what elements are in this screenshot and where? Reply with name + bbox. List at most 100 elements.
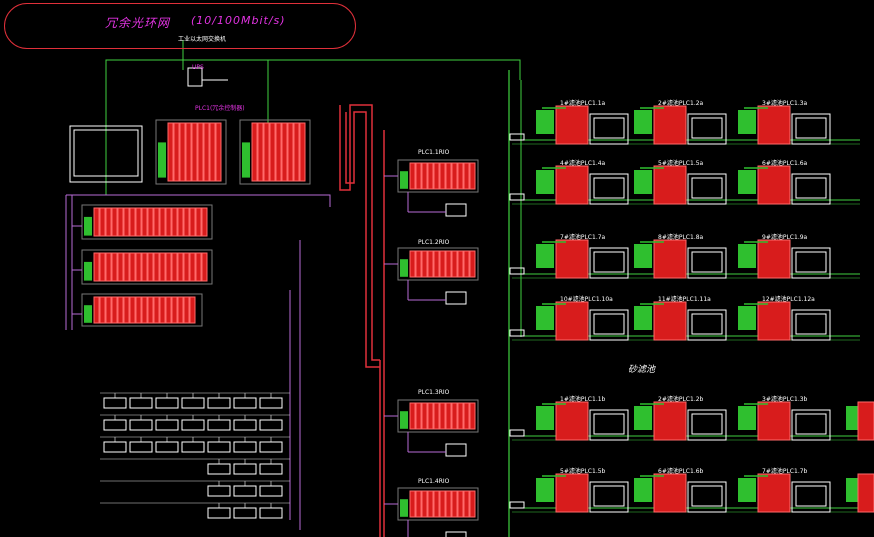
station-io bbox=[757, 105, 791, 145]
io-module bbox=[427, 162, 434, 190]
wiring-layer bbox=[65, 40, 874, 537]
rio-label-2: PLC1.2RIO bbox=[418, 239, 450, 246]
io-module bbox=[421, 250, 428, 278]
starter-box bbox=[129, 419, 153, 431]
monitor-screen bbox=[795, 251, 827, 273]
starter-box bbox=[207, 507, 231, 519]
io-module bbox=[147, 207, 154, 237]
pump-station-label: 2#滤池PLC1.2a bbox=[658, 100, 704, 107]
io-module bbox=[439, 402, 446, 430]
io-module bbox=[135, 296, 142, 324]
io-module bbox=[105, 207, 112, 237]
io-module bbox=[129, 296, 136, 324]
station-io bbox=[555, 301, 589, 341]
io-module bbox=[281, 122, 288, 182]
monitor-screen bbox=[691, 177, 723, 199]
io-module bbox=[185, 122, 192, 182]
io-module bbox=[269, 122, 276, 182]
io-module bbox=[93, 296, 100, 324]
io-module bbox=[173, 122, 180, 182]
io-module bbox=[141, 207, 148, 237]
power-module bbox=[84, 305, 92, 323]
pump-station-label: 2#滤池PLC1.2b bbox=[658, 396, 704, 403]
pump-station-label: 8#滤池PLC1.8a bbox=[658, 234, 704, 241]
station-io bbox=[757, 473, 791, 513]
io-module bbox=[469, 490, 476, 518]
io-module bbox=[463, 250, 470, 278]
io-module bbox=[171, 207, 178, 237]
monitor-screen bbox=[795, 177, 827, 199]
io-module bbox=[99, 252, 106, 282]
rio-label-3: PLC1.3RIO bbox=[418, 389, 450, 396]
io-module bbox=[415, 402, 422, 430]
io-module bbox=[135, 207, 142, 237]
monitor-screen bbox=[593, 485, 625, 507]
io-module bbox=[123, 207, 130, 237]
io-module bbox=[111, 252, 118, 282]
io-module bbox=[123, 252, 130, 282]
starter-box bbox=[259, 463, 283, 475]
io-module bbox=[457, 490, 464, 518]
io-module bbox=[165, 252, 172, 282]
io-module bbox=[189, 296, 196, 324]
starter-box bbox=[233, 441, 257, 453]
io-module bbox=[147, 296, 154, 324]
io-module bbox=[415, 490, 422, 518]
pump-station-label: 6#滤池PLC1.6b bbox=[658, 468, 704, 475]
station-io bbox=[555, 401, 589, 441]
network-switch bbox=[509, 267, 525, 275]
pump-station-label: 1#滤池PLC1.1b bbox=[560, 396, 606, 403]
io-module bbox=[111, 207, 118, 237]
pump-station-label: 6#滤池PLC1.6a bbox=[762, 160, 808, 167]
station-io bbox=[757, 239, 791, 279]
io-module bbox=[189, 252, 196, 282]
io-module bbox=[159, 207, 166, 237]
io-module bbox=[165, 296, 172, 324]
station-io bbox=[757, 301, 791, 341]
io-module bbox=[201, 252, 208, 282]
network-switch bbox=[509, 501, 525, 509]
io-module bbox=[203, 122, 210, 182]
io-module bbox=[209, 122, 216, 182]
station-head bbox=[634, 244, 652, 268]
io-module bbox=[165, 207, 172, 237]
io-module bbox=[251, 122, 258, 182]
starter-box bbox=[233, 397, 257, 409]
network-speed-label: (10/100Mbit/s) bbox=[191, 14, 286, 27]
io-module bbox=[421, 402, 428, 430]
switch-label: 工业以太网交换机 bbox=[178, 36, 227, 43]
io-module bbox=[257, 122, 264, 182]
station-io bbox=[653, 239, 687, 279]
starter-box bbox=[259, 507, 283, 519]
io-module bbox=[451, 490, 458, 518]
io-module bbox=[105, 296, 112, 324]
io-module bbox=[445, 250, 452, 278]
io-module bbox=[433, 490, 440, 518]
io-module bbox=[469, 250, 476, 278]
pump-station-label: 7#滤池PLC1.7b bbox=[762, 468, 808, 475]
station-io bbox=[653, 165, 687, 205]
io-module bbox=[415, 250, 422, 278]
io-module bbox=[191, 122, 198, 182]
io-module bbox=[105, 252, 112, 282]
station-head bbox=[634, 170, 652, 194]
io-module bbox=[93, 252, 100, 282]
io-module bbox=[275, 122, 282, 182]
io-module bbox=[427, 490, 434, 518]
io-module bbox=[287, 122, 294, 182]
io-terminal bbox=[445, 531, 467, 537]
monitor-screen bbox=[593, 313, 625, 335]
starter-box bbox=[103, 441, 127, 453]
io-module bbox=[427, 250, 434, 278]
io-module bbox=[129, 207, 136, 237]
pump-station-label: 7#滤池PLC1.7a bbox=[560, 234, 606, 241]
pump-station-label: 9#滤池PLC1.9a bbox=[762, 234, 808, 241]
network-switch bbox=[509, 193, 525, 201]
monitor-screen bbox=[691, 485, 723, 507]
io-module bbox=[123, 296, 130, 324]
station-io bbox=[653, 401, 687, 441]
io-module bbox=[293, 122, 300, 182]
io-terminal bbox=[445, 203, 467, 217]
starter-box bbox=[207, 441, 231, 453]
starter-box bbox=[181, 397, 205, 409]
